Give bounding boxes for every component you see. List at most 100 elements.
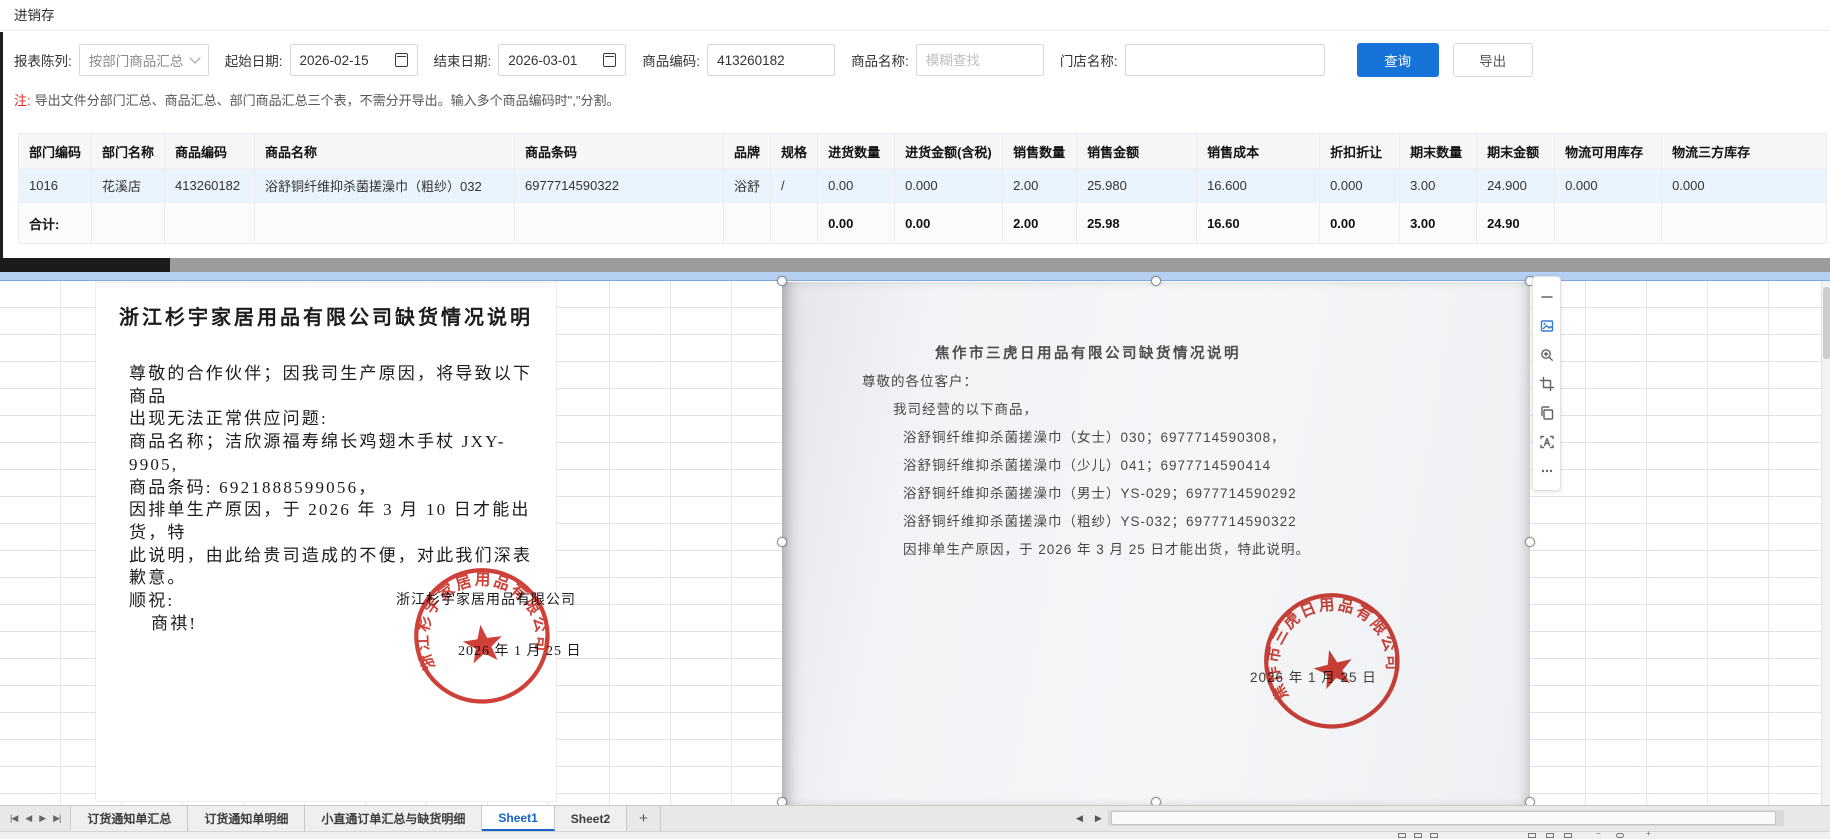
next-sheet-icon[interactable]: ▶	[39, 813, 45, 824]
inventory-report-table: 部门编码部门名称商品编码商品名称商品条码品牌规格进货数量进货金额(含税)销售数量…	[18, 133, 1827, 244]
table-header-row: 部门编码部门名称商品编码商品名称商品条码品牌规格进货数量进货金额(含税)销售数量…	[19, 134, 1827, 169]
end-date-input[interactable]: 2026-03-01	[498, 44, 626, 76]
sheet-nav: |◀ ◀ ▶ ▶|	[0, 806, 71, 831]
column-header: 部门名称	[92, 134, 165, 169]
prev-sheet-icon[interactable]: ◀	[25, 813, 31, 824]
left-document-image[interactable]: 浙江杉宇家居用品有限公司缺货情况说明 尊敬的合作伙伴；因我司生产原因，将导致以下…	[95, 282, 557, 802]
table-row[interactable]: 1016花溪店413260182浴舒铜纤维抑杀菌搓澡巾（粗纱）032697771…	[19, 169, 1827, 203]
first-sheet-icon[interactable]: |◀	[10, 813, 17, 824]
view-normal-icon[interactable]	[1398, 833, 1406, 838]
total-cell	[515, 203, 724, 244]
left-company-stamp: 浙江杉宇家居用品有限公司	[397, 549, 567, 723]
document-line: 浴舒铜纤维抑杀菌搓澡巾（男士）YS-029；6977714590292	[903, 484, 1530, 512]
calendar-icon	[395, 53, 408, 67]
column-header: 规格	[771, 134, 818, 169]
right-company-stamp: 焦作市三虎日用品有限公司	[1240, 568, 1423, 755]
total-cell: 16.60	[1197, 203, 1320, 244]
report-display-label: 报表陈列:	[14, 50, 72, 70]
zoom-out-icon[interactable]: −	[1596, 829, 1601, 838]
total-cell: 24.90	[1477, 203, 1555, 244]
crop-icon[interactable]	[1536, 369, 1558, 398]
add-sheet-button[interactable]: +	[627, 806, 661, 831]
total-cell	[255, 203, 515, 244]
sheet-tabs: 订货通知单汇总订货通知单明细小直通订单汇总与缺货明细Sheet1Sheet2	[71, 806, 627, 831]
last-sheet-icon[interactable]: ▶|	[53, 813, 60, 824]
right-document-title: 焦作市三虎日用品有限公司缺货情况说明	[935, 342, 1241, 363]
total-cell	[771, 203, 818, 244]
document-line: 我司经营的以下商品，	[893, 400, 1530, 428]
table-cell: 16.600	[1197, 169, 1320, 203]
minus-icon[interactable]	[1536, 282, 1558, 311]
product-code-group: 商品编码:	[642, 44, 835, 76]
zoom-slider[interactable]	[1616, 833, 1624, 838]
text-recognize-icon[interactable]	[1536, 427, 1558, 456]
column-header: 进货数量	[818, 134, 895, 169]
sheet-horizontal-scrollbar: ◀ ▶	[1070, 805, 1784, 831]
table-cell: 24.900	[1477, 169, 1555, 203]
query-button[interactable]: 查询	[1357, 43, 1439, 77]
product-code-input[interactable]	[707, 44, 835, 76]
document-line: 尊敬的合作伙伴；因我司生产原因，将导致以下商品	[129, 363, 544, 408]
product-code-label: 商品编码:	[642, 50, 700, 70]
product-name-group: 商品名称:	[851, 44, 1044, 76]
table-cell: 0.000	[1555, 169, 1662, 203]
zoom-in-icon[interactable]	[1536, 340, 1558, 369]
right-document-body: 尊敬的各位客户：我司经营的以下商品，浴舒铜纤维抑杀菌搓澡巾（女士）030；697…	[782, 372, 1530, 568]
document-line: 尊敬的各位客户：	[862, 372, 1530, 400]
right-document-image[interactable]: 焦作市三虎日用品有限公司缺货情况说明 尊敬的各位客户：我司经营的以下商品，浴舒铜…	[782, 282, 1530, 805]
selection-handle[interactable]	[777, 276, 787, 286]
total-cell	[724, 203, 771, 244]
sheet-vertical-scrollbar-thumb[interactable]	[1823, 287, 1830, 359]
zoom-in-icon[interactable]: +	[1646, 829, 1651, 838]
scroll-left-icon[interactable]: ◀	[1076, 813, 1083, 824]
column-header: 期末金额	[1477, 134, 1555, 169]
note-prefix: 注:	[14, 93, 31, 108]
sheet-tab-Sheet1[interactable]: Sheet1	[482, 806, 554, 831]
view-grid-icon[interactable]	[1528, 833, 1536, 838]
view-break-icon[interactable]	[1430, 833, 1438, 838]
store-name-input[interactable]	[1125, 44, 1325, 76]
sheet-tab-订货通知单明细[interactable]: 订货通知单明细	[188, 806, 305, 831]
total-cell: 2.00	[1003, 203, 1077, 244]
sheet-vertical-scrollbar[interactable]	[1821, 281, 1830, 805]
document-line: 出现无法正常供应问题:	[129, 408, 544, 431]
product-name-input[interactable]	[916, 44, 1044, 76]
scroll-right-icon[interactable]: ▶	[1095, 813, 1102, 824]
view-page-icon[interactable]	[1546, 833, 1554, 838]
more-icon[interactable]	[1536, 456, 1558, 485]
start-date-input[interactable]: 2026-02-15	[290, 44, 418, 76]
selection-handle[interactable]	[1525, 537, 1535, 547]
document-line: 浴舒铜纤维抑杀菌搓澡巾（少儿）041；6977714590414	[903, 456, 1530, 484]
sheet-tab-小直通订单汇总与缺货明细[interactable]: 小直通订单汇总与缺货明细	[305, 806, 482, 831]
export-button[interactable]: 导出	[1453, 43, 1533, 77]
selection-handle[interactable]	[777, 537, 787, 547]
note-text: 导出文件分部门汇总、商品汇总、部门商品汇总三个表，不需分开导出。输入多个商品编码…	[35, 93, 620, 108]
document-line: 浴舒铜纤维抑杀菌搓澡巾（女士）030；6977714590308，	[903, 428, 1530, 456]
document-line: 商品条码: 6921888599056，	[129, 477, 544, 500]
document-line: 因排单生产原因，于 2026 年 3 月 10 日才能出货，特	[129, 499, 544, 544]
document-line: 商品名称；洁欣源福寿绵长鸡翅木手杖 JXY-9905,	[129, 431, 544, 476]
spreadsheet-area: 浙江杉宇家居用品有限公司缺货情况说明 尊敬的合作伙伴；因我司生产原因，将导致以下…	[0, 272, 1830, 805]
selection-handle[interactable]	[1151, 276, 1161, 286]
sheet-tab-订货通知单汇总[interactable]: 订货通知单汇总	[71, 806, 188, 831]
total-cell	[1662, 203, 1827, 244]
view-full-icon[interactable]	[1564, 833, 1572, 838]
sheet-scrollbar-thumb[interactable]	[1111, 811, 1776, 825]
table-cell: 浴舒	[724, 169, 771, 203]
sheet-tab-Sheet2[interactable]: Sheet2	[555, 806, 627, 831]
copy-icon[interactable]	[1536, 398, 1558, 427]
column-header: 折扣折让	[1320, 134, 1400, 169]
sheet-scrollbar-track[interactable]	[1108, 810, 1784, 826]
table-cell: 0.000	[895, 169, 1003, 203]
report-display-select[interactable]: 按部门商品汇总	[79, 44, 209, 76]
column-header: 商品名称	[255, 134, 515, 169]
image-icon[interactable]	[1536, 311, 1558, 340]
image-floating-toolbar	[1532, 276, 1561, 491]
column-header: 销售数量	[1003, 134, 1077, 169]
table-horizontal-scrollbar-thumb[interactable]	[0, 258, 170, 272]
view-layout-icon[interactable]	[1414, 833, 1422, 838]
table-cell: 6977714590322	[515, 169, 724, 203]
table-horizontal-scrollbar[interactable]	[0, 258, 1830, 272]
product-name-label: 商品名称:	[851, 50, 909, 70]
table-cell: 413260182	[165, 169, 255, 203]
